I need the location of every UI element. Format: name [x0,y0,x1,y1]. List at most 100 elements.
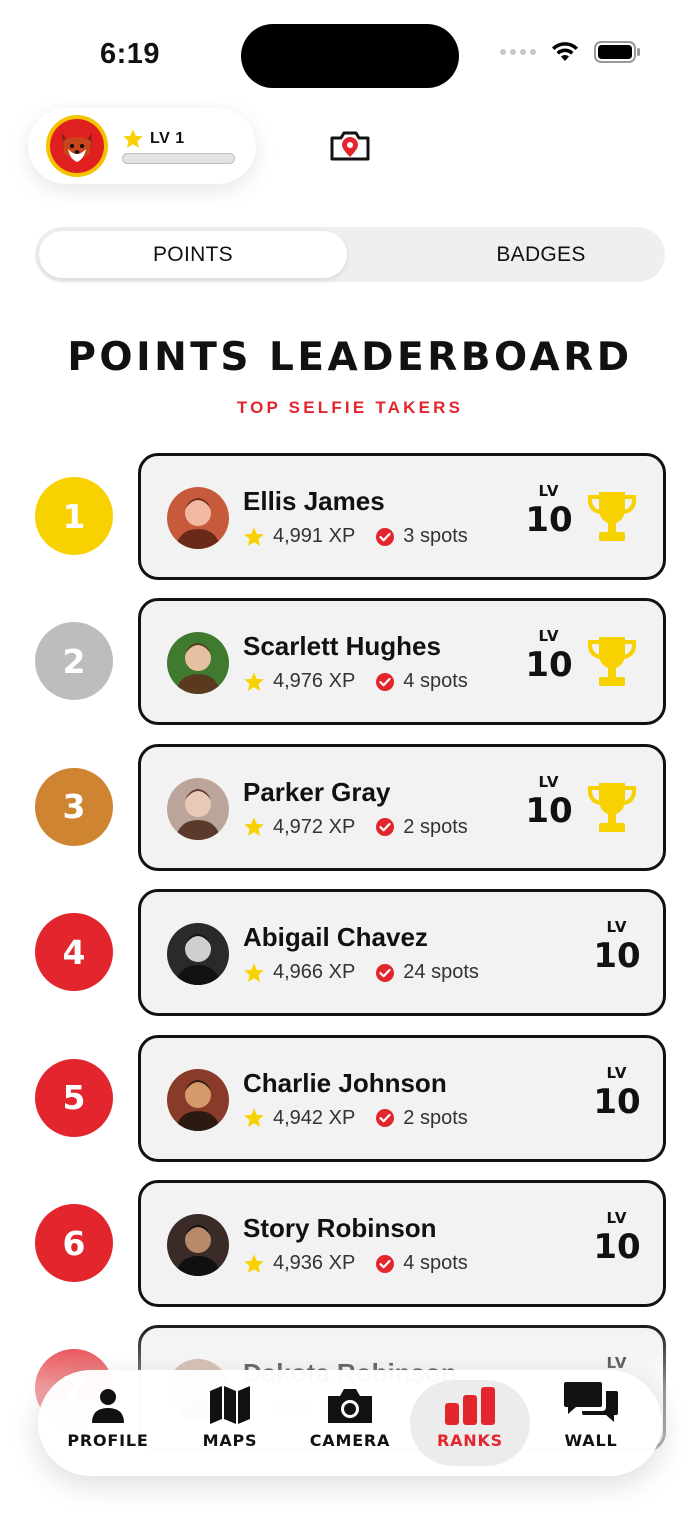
star-icon [244,672,264,691]
user-xp: 4,936 XP [273,1252,356,1274]
avatar[interactable] [46,115,108,177]
tab-wall-label: WALL [564,1431,618,1450]
tab-camera-label: CAMERA [309,1431,391,1450]
tab-profile[interactable]: PROFILE [48,1380,168,1466]
check-badge-icon [376,818,395,837]
user-name: Ellis James [243,486,385,516]
star-icon [244,963,264,982]
user-spots: 24 spots [403,961,479,984]
trophy-icon [587,782,637,832]
camera-location-button[interactable] [328,128,372,164]
star-icon [244,1253,264,1273]
leaderboard-row[interactable]: Parker Gray 4,972 XP 2 spots LV 10 [138,743,666,871]
person-icon [92,1389,124,1423]
level-label: LV [538,482,560,500]
check-badge-icon [376,1254,395,1273]
tab-ranks[interactable]: RANKS [410,1380,530,1466]
star-icon [123,129,143,148]
tab-wall[interactable]: WALL [531,1380,651,1466]
user-avatar [167,487,229,549]
tab-ranks-label: RANKS [436,1431,503,1450]
rank-badge: 2 [35,622,113,701]
user-photo [167,487,229,549]
user-level: LV 10 [519,482,579,541]
user-spots: 4 spots [403,670,468,693]
user-avatar [167,1068,229,1131]
tab-camera[interactable]: CAMERA [290,1380,410,1466]
user-photo [167,1214,229,1276]
user-spots: 2 spots [403,815,468,838]
level-value: 10 [593,1081,641,1122]
user-xp: 4,991 XP [273,525,356,547]
user-photo [167,1068,229,1131]
user-xp: 4,966 XP [273,961,356,984]
rank-badge: 3 [35,767,113,846]
tab-profile-label: PROFILE [67,1431,149,1450]
user-spots: 2 spots [403,1106,468,1129]
user-avatar [167,777,229,840]
level-value: 10 [525,500,573,540]
rank-badge: 1 [35,477,113,555]
camera-icon [328,1389,372,1423]
user-name: Parker Gray [243,776,391,807]
camera-location-icon [330,131,370,161]
trophy-icon [587,492,637,541]
user-avatar [167,923,229,986]
profile-level-pill[interactable]: LV 1 [28,108,256,184]
rank-badge: 5 [35,1058,113,1137]
check-badge-icon [376,672,395,691]
user-spots: 4 spots [403,1252,468,1274]
dynamic-island [241,24,459,88]
user-stats: 4,936 XP 4 spots [243,1252,468,1275]
user-avatar [167,1214,229,1276]
star-icon [244,817,264,837]
user-name: Scarlett Hughes [243,631,441,662]
user-level: LV 10 [519,773,579,832]
bar-chart-icon [445,1387,495,1425]
user-avatar [167,632,229,695]
level-label: LV [606,1063,628,1082]
user-level: LV 10 [587,1209,647,1268]
status-indicators [500,40,642,64]
leaderboard-row[interactable]: Story Robinson 4,936 XP 4 spots LV 10 [138,1180,666,1307]
user-level: LV 10 [587,918,647,977]
tab-points[interactable]: POINTS [39,231,347,278]
user-stats: 4,942 XP 2 spots [243,1107,468,1130]
level-label: LV [606,918,628,937]
user-xp: 4,972 XP [273,815,356,838]
leaderboard-row[interactable]: Charlie Johnson 4,942 XP 2 spots LV 10 [138,1034,666,1162]
tab-maps[interactable]: MAPS [170,1380,290,1466]
user-stats: 4,966 XP 24 spots [243,961,479,984]
check-badge-icon [376,1109,395,1128]
level-label: LV [538,772,560,791]
map-icon [210,1386,250,1424]
level-value: 10 [525,645,573,686]
level-value: 10 [525,790,573,831]
leaderboard-row[interactable]: Scarlett Hughes 4,976 XP 4 spots LV 10 [138,598,666,726]
chat-bubbles-icon [564,1382,618,1422]
page-title: POINTS LEADERBOARD [67,335,633,380]
player-level-label: LV 1 [150,130,185,147]
user-photo [167,632,229,695]
battery-icon [594,41,640,63]
bottom-tab-bar: PROFILE MAPS CAMERA RANKS WALL [38,1370,662,1476]
user-photo [167,777,229,840]
level-label: LV [606,1209,628,1227]
leaderboard-type-toggle: POINTS BADGES [35,227,665,282]
user-stats: 4,991 XP 3 spots [243,525,468,548]
rank-badge: 6 [35,1204,113,1282]
star-icon [244,526,264,546]
rank-badge: 4 [35,913,113,992]
user-photo [167,923,229,986]
user-level: LV 10 [587,1064,647,1123]
star-icon [244,1108,264,1127]
wifi-icon [552,42,578,61]
level-value: 10 [593,1227,641,1267]
tab-badges[interactable]: BADGES [387,231,695,278]
user-stats: 4,976 XP 4 spots [243,670,468,693]
page-subtitle: TOP SELFIE TAKERS [236,398,464,417]
user-level: LV 10 [519,627,579,686]
leaderboard-row[interactable]: Abigail Chavez 4,966 XP 24 spots LV 10 [138,889,666,1017]
check-badge-icon [376,527,395,546]
leaderboard-row[interactable]: Ellis James 4,991 XP 3 spots LV 10 [138,453,666,580]
